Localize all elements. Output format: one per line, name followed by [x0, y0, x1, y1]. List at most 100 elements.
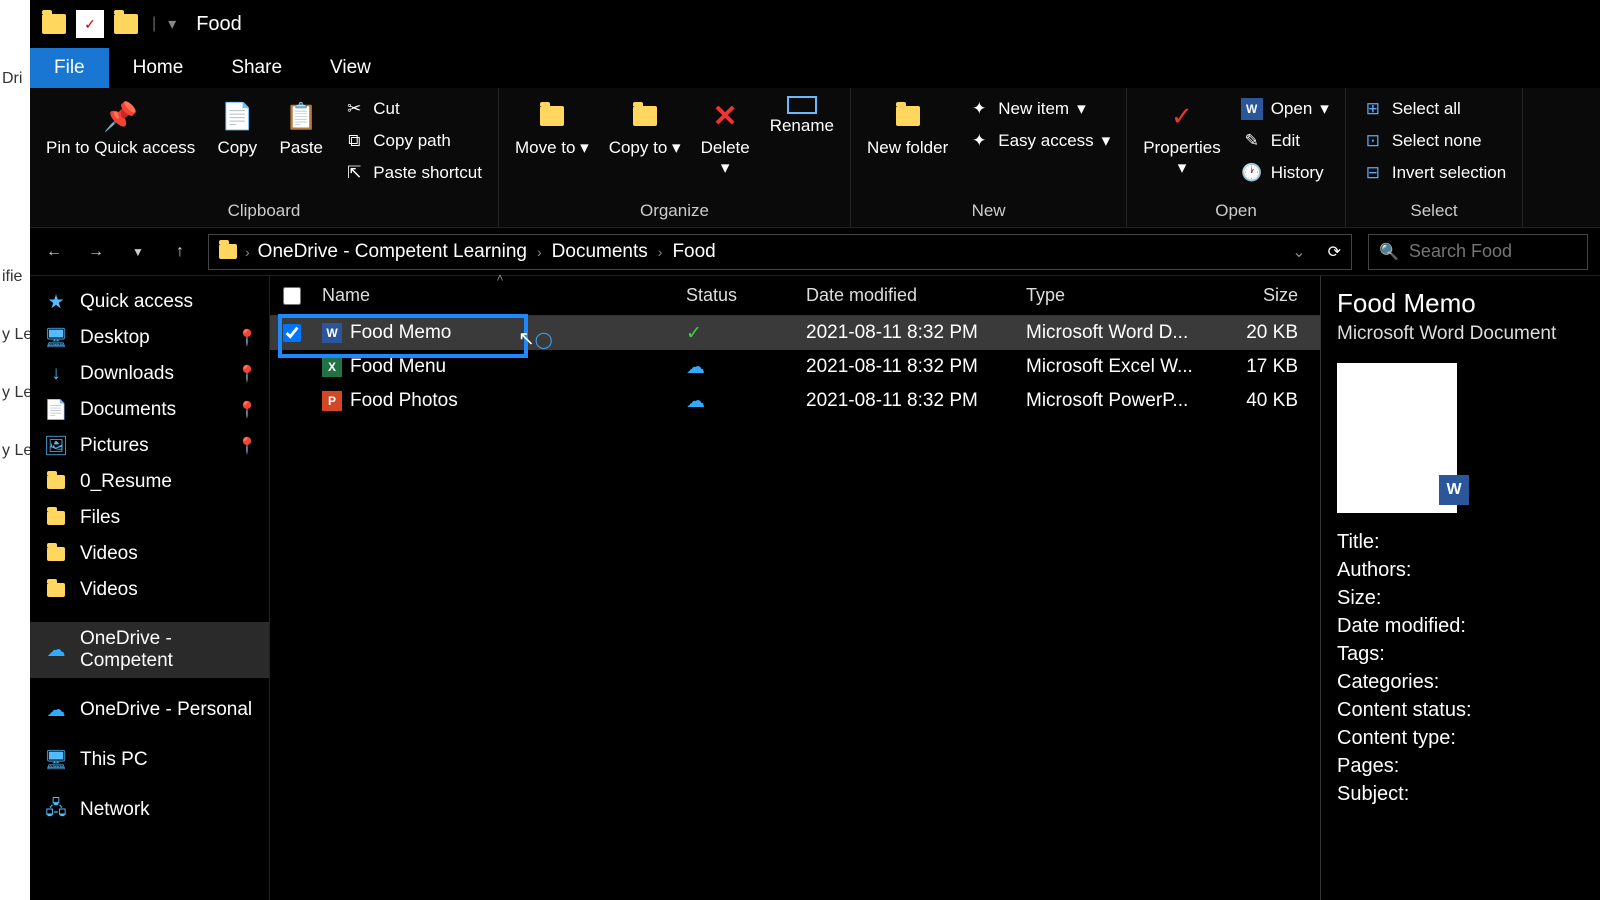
properties-icon: ✓ — [1162, 96, 1202, 136]
file-list: ˄Name Status Date modified Type Size WFo… — [270, 276, 1320, 900]
pin-quick-access-button[interactable]: 📌 Pin to Quick access — [38, 92, 203, 162]
delete-icon: ✕ — [705, 96, 745, 136]
status-cloud-icon: ☁ — [686, 391, 705, 412]
desktop-icon: 🖥 — [44, 326, 68, 350]
breadcrumb-item[interactable]: Food — [672, 241, 715, 263]
chevron-icon[interactable]: › — [245, 244, 250, 260]
word-icon: W — [1439, 475, 1469, 505]
paste-shortcut-button[interactable]: ⇱Paste shortcut — [335, 158, 490, 188]
copy-to-icon — [625, 96, 665, 136]
select-all-button[interactable]: ⊞Select all — [1354, 94, 1514, 124]
file-type: Microsoft PowerP... — [1026, 390, 1206, 412]
downloads-icon: ↓ — [44, 362, 68, 386]
address-dropdown[interactable]: ⌄ — [1292, 242, 1305, 262]
refresh-button[interactable]: ⟳ — [1328, 242, 1341, 262]
file-row[interactable]: WFood Memo ✓ 2021-08-11 8:32 PM Microsof… — [270, 316, 1320, 350]
copy-to-button[interactable]: Copy to ▾ — [601, 92, 689, 162]
sidebar-onedrive-competent[interactable]: ☁OneDrive - Competent — [30, 622, 269, 678]
detail-field[interactable]: Content status: — [1337, 699, 1584, 722]
column-date[interactable]: Date modified — [806, 285, 1026, 306]
rename-button[interactable]: Rename — [762, 92, 842, 140]
forward-button[interactable]: → — [84, 240, 108, 264]
copy-path-button[interactable]: ⧉Copy path — [335, 126, 490, 156]
column-headers: ˄Name Status Date modified Type Size — [270, 276, 1320, 316]
sidebar-videos[interactable]: Videos — [30, 572, 269, 608]
back-button[interactable]: ← — [42, 240, 66, 264]
recent-dropdown[interactable]: ▼ — [126, 240, 150, 264]
status-cloud-icon: ☁ — [686, 357, 705, 378]
up-button[interactable]: ↑ — [168, 240, 192, 264]
ribbon-group-organize: Move to ▾ Copy to ▾ ✕ Delete▾ Rename Org… — [499, 88, 851, 227]
paste-shortcut-icon: ⇱ — [343, 162, 365, 184]
easy-access-button[interactable]: ✦Easy access ▾ — [960, 126, 1118, 156]
tab-file[interactable]: File — [30, 48, 109, 88]
pc-icon: 🖥 — [44, 748, 68, 772]
new-folder-button[interactable]: New folder — [859, 92, 956, 162]
sidebar-network[interactable]: 🖧Network — [30, 792, 269, 828]
detail-field[interactable]: Title: — [1337, 531, 1584, 554]
row-checkbox[interactable] — [283, 324, 301, 342]
titlebar: ✓ | ▾ Food — [30, 0, 1600, 48]
new-item-button[interactable]: ✦New item ▾ — [960, 94, 1118, 124]
group-label: Open — [1135, 197, 1337, 225]
window-title: Food — [196, 13, 242, 36]
sidebar-files[interactable]: Files — [30, 500, 269, 536]
column-type[interactable]: Type — [1026, 285, 1206, 306]
paste-button[interactable]: 📋 Paste — [271, 92, 331, 162]
qat-icon[interactable]: ✓ — [76, 10, 104, 38]
history-button[interactable]: 🕐History — [1233, 158, 1337, 188]
sidebar-desktop[interactable]: 🖥Desktop📍 — [30, 320, 269, 356]
open-button[interactable]: WOpen ▾ — [1233, 94, 1337, 124]
sidebar-resume[interactable]: 0_Resume — [30, 464, 269, 500]
detail-field[interactable]: Pages: — [1337, 755, 1584, 778]
ribbon-tabs: File Home Share View — [30, 48, 1600, 88]
copy-button[interactable]: 📄 Copy — [207, 92, 267, 162]
select-none-button[interactable]: ⊡Select none — [1354, 126, 1514, 156]
select-all-checkbox[interactable] — [283, 287, 301, 305]
address-bar[interactable]: › OneDrive - Competent Learning › Docume… — [208, 234, 1352, 270]
chevron-icon[interactable]: › — [658, 244, 663, 260]
preview-thumbnail[interactable]: W — [1337, 363, 1457, 513]
detail-field[interactable]: Subject: — [1337, 783, 1584, 806]
sidebar-videos[interactable]: Videos — [30, 536, 269, 572]
ribbon-group-new: New folder ✦New item ▾ ✦Easy access ▾ Ne… — [851, 88, 1127, 227]
onedrive-icon: ☁ — [44, 638, 68, 662]
properties-button[interactable]: ✓ Properties▾ — [1135, 92, 1228, 183]
tab-view[interactable]: View — [306, 48, 395, 88]
folder-icon-2 — [112, 10, 140, 38]
column-name[interactable]: ˄Name — [314, 285, 686, 306]
details-pane: Food Memo Microsoft Word Document W Titl… — [1320, 276, 1600, 900]
edit-button[interactable]: ✎Edit — [1233, 126, 1337, 156]
search-box[interactable]: 🔍 — [1368, 234, 1588, 270]
sidebar-documents[interactable]: 📄Documents📍 — [30, 392, 269, 428]
file-row[interactable]: PFood Photos ☁ 2021-08-11 8:32 PM Micros… — [270, 384, 1320, 418]
sidebar-onedrive-personal[interactable]: ☁OneDrive - Personal — [30, 692, 269, 728]
sidebar-downloads[interactable]: ↓Downloads📍 — [30, 356, 269, 392]
sidebar-this-pc[interactable]: 🖥This PC — [30, 742, 269, 778]
search-input[interactable] — [1409, 241, 1577, 262]
breadcrumb-item[interactable]: OneDrive - Competent Learning — [258, 241, 527, 263]
detail-field[interactable]: Categories: — [1337, 671, 1584, 694]
sidebar-quick-access[interactable]: ★Quick access — [30, 284, 269, 320]
delete-button[interactable]: ✕ Delete▾ — [693, 92, 758, 183]
column-size[interactable]: Size — [1206, 285, 1306, 306]
qat-dropdown-icon[interactable]: ▾ — [168, 14, 176, 34]
breadcrumb-item[interactable]: Documents — [552, 241, 648, 263]
cut-button[interactable]: ✂Cut — [335, 94, 490, 124]
detail-field[interactable]: Tags: — [1337, 643, 1584, 666]
detail-field[interactable]: Content type: — [1337, 727, 1584, 750]
sidebar-pictures[interactable]: 🖼Pictures📍 — [30, 428, 269, 464]
move-to-button[interactable]: Move to ▾ — [507, 92, 597, 162]
file-row[interactable]: XFood Menu ☁ 2021-08-11 8:32 PM Microsof… — [270, 350, 1320, 384]
tab-home[interactable]: Home — [109, 48, 208, 88]
ribbon-group-open: ✓ Properties▾ WOpen ▾ ✎Edit 🕐History Ope… — [1127, 88, 1346, 227]
pin-icon: 📍 — [237, 364, 257, 384]
detail-field[interactable]: Authors: — [1337, 559, 1584, 582]
tab-share[interactable]: Share — [207, 48, 306, 88]
invert-selection-button[interactable]: ⊟Invert selection — [1354, 158, 1514, 188]
copy-icon: 📄 — [217, 96, 257, 136]
chevron-icon[interactable]: › — [537, 244, 542, 260]
detail-field[interactable]: Size: — [1337, 587, 1584, 610]
detail-field[interactable]: Date modified: — [1337, 615, 1584, 638]
column-status[interactable]: Status — [686, 285, 806, 306]
